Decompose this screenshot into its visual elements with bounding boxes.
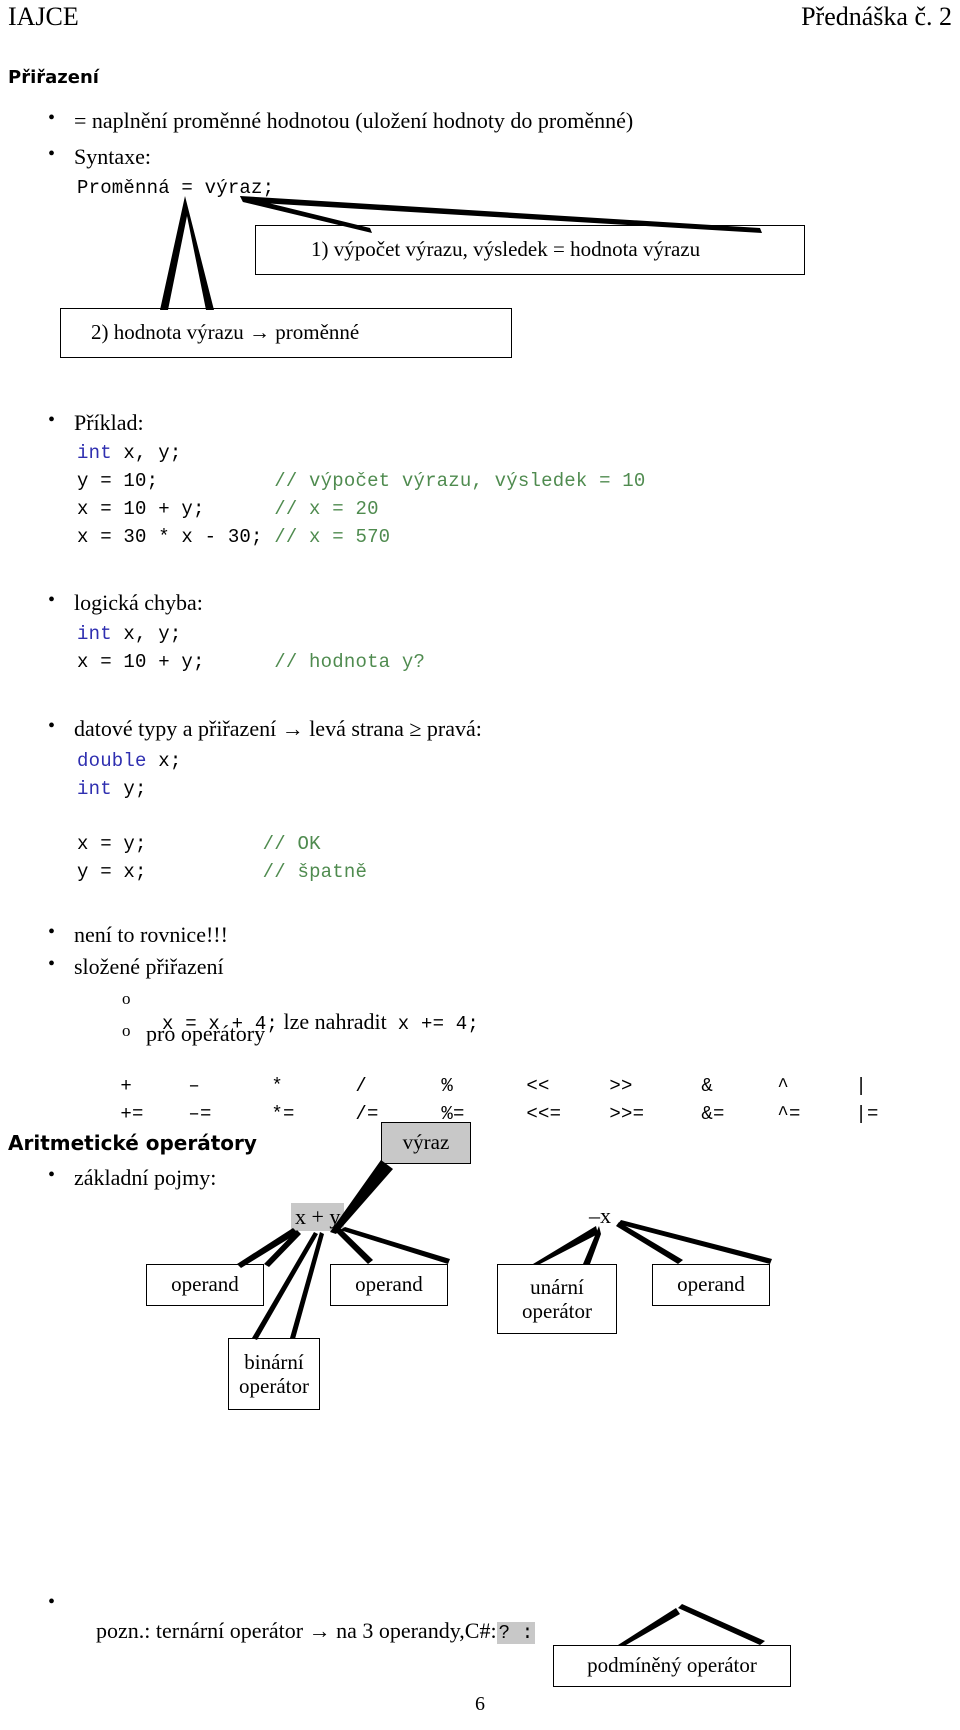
bullet-neni-rovnice: není to rovnice!!! bbox=[48, 921, 228, 948]
operator-cell: |= bbox=[855, 1103, 879, 1125]
code-pad bbox=[147, 833, 263, 855]
code-pad bbox=[158, 470, 274, 492]
section-title-aritmeticke-operatory: Aritmetické operátory bbox=[8, 1131, 257, 1155]
leader-syntax-to-box2 bbox=[160, 196, 214, 310]
code-rest: x = 30 * x - 30; bbox=[77, 526, 263, 548]
leader-expr-to-operand-left bbox=[237, 1228, 298, 1268]
callout-box-2-text: 2) hodnota výrazu → proměnné bbox=[91, 320, 360, 345]
types-assign-line-1: x = y; // OK bbox=[77, 833, 321, 855]
syntax-code-line: Proměnná = výraz; bbox=[77, 177, 275, 199]
code-comment: // hodnota y? bbox=[274, 651, 426, 673]
bullet-priklad: Příklad: bbox=[48, 409, 144, 436]
box-operand-right-text: operand bbox=[355, 1272, 423, 1297]
compound-code-b: x += 4; bbox=[397, 1013, 479, 1035]
operator-cell: >>= bbox=[609, 1103, 645, 1125]
callout-box-1-text: 1) výpočet výrazu, výsledek = hodnota vý… bbox=[311, 237, 701, 262]
bullet-syntaxe: Syntaxe: bbox=[48, 143, 151, 170]
box-binary-operator: binární operátor bbox=[228, 1338, 320, 1410]
code-rest: y = 10; bbox=[77, 470, 159, 492]
code-comment: // x = 20 bbox=[274, 498, 379, 520]
types-assign-line-2: y = x; // špatně bbox=[77, 861, 367, 883]
example-code-line-4: x = 30 * x - 30; // x = 570 bbox=[77, 526, 390, 548]
callout-podmineny-operator: podmíněný operátor bbox=[553, 1645, 791, 1687]
operator-cell: *= bbox=[271, 1103, 295, 1125]
operator-cell: <<= bbox=[526, 1103, 562, 1125]
subbullet-pro-operatory: pro operátory bbox=[122, 1021, 265, 1047]
leader-ternary-a bbox=[618, 1608, 680, 1645]
code-pad bbox=[147, 861, 263, 883]
operator-cell: –= bbox=[188, 1103, 212, 1125]
code-rest: y; bbox=[111, 778, 147, 800]
box-operand-left: operand bbox=[146, 1264, 264, 1306]
page-number: 6 bbox=[475, 1693, 485, 1715]
box-operand-unary-text: operand bbox=[677, 1272, 745, 1297]
types-decl-line-1: double x; bbox=[77, 750, 181, 772]
callout-vyraz-text: výraz bbox=[402, 1130, 450, 1155]
header-right-text: Přednáška č. 2 bbox=[801, 2, 952, 31]
section-title-prirazeni: Přiřazení bbox=[8, 67, 99, 88]
bullet-datove-typy: datové typy a přiřazení → levá strana ≥ … bbox=[48, 715, 482, 742]
code-rest: x = 10 + y; bbox=[77, 651, 205, 673]
leader-expr-to-binary-b bbox=[290, 1232, 324, 1339]
leader-unary-to-operator-b bbox=[583, 1226, 601, 1264]
logic-code-line-2: x = 10 + y; // hodnota y? bbox=[77, 651, 425, 673]
operator-cell: += bbox=[120, 1103, 144, 1125]
code-rest: x; bbox=[146, 750, 182, 772]
expression-binary: x + y bbox=[291, 1203, 345, 1231]
types-decl-line-2: int y; bbox=[77, 778, 147, 800]
code-rest: y = x; bbox=[77, 861, 147, 883]
code-comment: // x = 570 bbox=[274, 526, 391, 548]
operator-cell: &= bbox=[701, 1103, 725, 1125]
ternary-operator-highlight: ? : bbox=[496, 1622, 536, 1644]
callout-vyraz: výraz bbox=[381, 1122, 471, 1164]
leader-expr-to-operand-right bbox=[334, 1227, 373, 1264]
operator-cell: ^= bbox=[777, 1103, 801, 1125]
leader-expr-to-operand-right-b bbox=[340, 1227, 450, 1264]
leader-expr-to-operand-left-b bbox=[264, 1230, 301, 1267]
compound-text: lze nahradit bbox=[283, 1009, 387, 1034]
expression-unary: –x bbox=[589, 1203, 611, 1228]
box-binary-operator-text: binární operátor bbox=[239, 1349, 309, 1398]
keyword-int: int bbox=[77, 778, 112, 800]
leader-unary-to-operator-a bbox=[533, 1226, 598, 1264]
box-operand-left-text: operand bbox=[171, 1272, 239, 1297]
keyword-double: double bbox=[77, 750, 147, 772]
code-comment: // OK bbox=[262, 833, 321, 855]
leader-unary-to-operand-b bbox=[618, 1220, 772, 1264]
code-pad bbox=[263, 526, 275, 548]
example-code-line-1: int x, y; bbox=[77, 442, 181, 464]
page-header: IAJCE Přednáška č. 2 bbox=[0, 0, 960, 40]
box-operand-right: operand bbox=[330, 1264, 448, 1306]
callout-podmineny-operator-text: podmíněný operátor bbox=[587, 1653, 757, 1678]
header-left-text: IAJCE bbox=[8, 2, 79, 31]
keyword-int: int bbox=[77, 623, 112, 645]
leader-ternary-b bbox=[678, 1604, 765, 1645]
code-comment: // výpočet výrazu, výsledek = 10 bbox=[274, 470, 646, 492]
callout-box-1: 1) výpočet výrazu, výsledek = hodnota vý… bbox=[255, 225, 805, 275]
bullet-slozene-prirazeni: složené přiřazení bbox=[48, 953, 224, 980]
bullet-zakladni-pojmy: základní pojmy: bbox=[48, 1164, 216, 1191]
example-code-line-2: y = 10; // výpočet výrazu, výsledek = 10 bbox=[77, 470, 646, 492]
code-rest: x = 10 + y; bbox=[77, 498, 205, 520]
bullet-naplneni: = naplnění proměnné hodnotou (uložení ho… bbox=[48, 107, 633, 134]
keyword-int: int bbox=[77, 442, 112, 464]
document-page: IAJCE Přednáška č. 2 Přiřazení = naplněn… bbox=[0, 0, 960, 1730]
leader-unary-to-operand-a bbox=[616, 1222, 683, 1264]
bullet-logicka-chyba: logická chyba: bbox=[48, 589, 203, 616]
example-code-line-3: x = 10 + y; // x = 20 bbox=[77, 498, 379, 520]
box-operand-unary: operand bbox=[652, 1264, 770, 1306]
pozn-text: pozn.: ternární operátor → na 3 operandy… bbox=[96, 1618, 497, 1643]
box-unary-operator-text: unární operátor bbox=[522, 1274, 592, 1323]
bullet-pozn: pozn.: ternární operátor → na 3 operandy… bbox=[48, 1591, 536, 1670]
box-unary-operator: unární operátor bbox=[497, 1264, 617, 1334]
code-rest: x, y; bbox=[111, 442, 182, 464]
code-rest: x, y; bbox=[111, 623, 182, 645]
logic-code-line-1: int x, y; bbox=[77, 623, 181, 645]
callout-box-2: 2) hodnota výrazu → proměnné bbox=[60, 308, 512, 358]
code-rest: x = y; bbox=[77, 833, 147, 855]
code-pad bbox=[205, 651, 275, 673]
code-pad bbox=[205, 498, 275, 520]
code-comment: // špatně bbox=[262, 861, 368, 883]
